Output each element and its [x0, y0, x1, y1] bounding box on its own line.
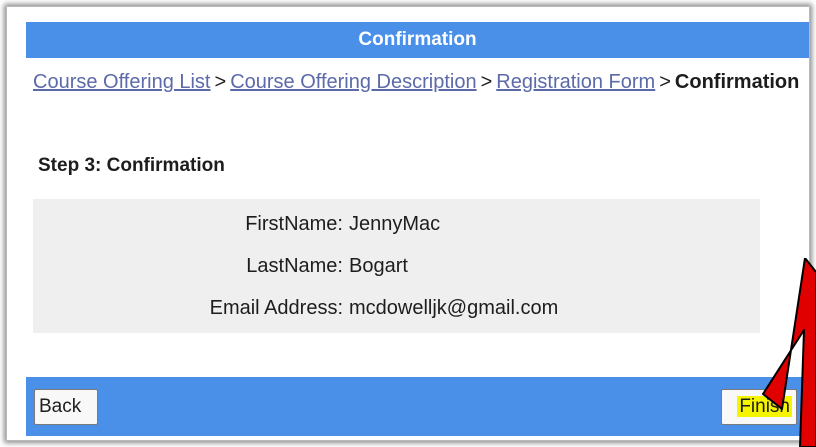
back-button[interactable]: Back: [34, 389, 98, 425]
breadcrumb-separator: >: [214, 71, 227, 93]
step-title: Step 3: Confirmation: [38, 155, 225, 176]
breadcrumb-link-course-offering-description[interactable]: Course Offering Description: [230, 71, 476, 93]
first-name-row: FirstName: JennyMac: [33, 207, 491, 241]
email-value: mcdowelljk@gmail.com: [349, 297, 559, 319]
email-label: Email Address:: [209, 297, 343, 319]
red-arrow-icon: [762, 258, 816, 447]
first-name-value: JennyMac: [349, 213, 441, 235]
last-name-value: Bogart: [349, 255, 408, 277]
breadcrumb-separator: >: [659, 71, 671, 93]
breadcrumb-current: Confirmation: [674, 71, 800, 93]
confirmation-details: FirstName: JennyMac LastName: Bogart Email…: [33, 199, 760, 333]
breadcrumb-link-course-offering-list[interactable]: Course Offering List: [33, 71, 211, 93]
footer-bar: Back Finish: [26, 377, 809, 436]
first-name-label: FirstName:: [245, 213, 343, 235]
breadcrumb-separator: >: [480, 71, 493, 93]
page-title: Confirmation: [26, 22, 809, 58]
last-name-row: LastName: Bogart: [33, 249, 491, 283]
email-row: Email Address: mcdowelljk@gmail.com: [33, 291, 559, 325]
breadcrumb: Course Offering List > Course Offering Des…: [33, 66, 803, 98]
breadcrumb-link-registration-form[interactable]: Registration Form: [496, 71, 655, 93]
last-name-label: LastName:: [246, 255, 343, 277]
